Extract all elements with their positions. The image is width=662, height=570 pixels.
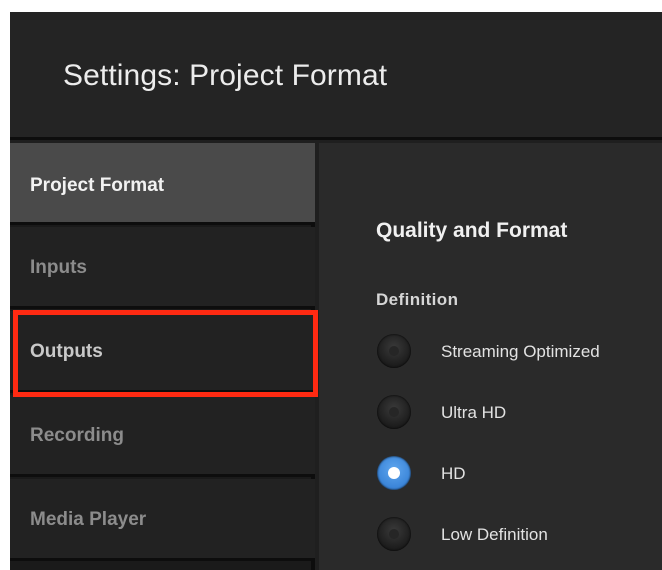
sidebar-item-recording[interactable]: Recording [10,395,315,477]
settings-content-panel: Quality and Format Definition Streaming … [319,143,662,570]
section-title: Quality and Format [376,219,568,242]
radio-dot-icon [389,346,399,356]
radio-dot-icon [389,529,399,539]
sidebar-item-label: Media Player [30,509,147,530]
sidebar-item-project-format[interactable]: Project Format [10,143,315,225]
settings-window: Settings: Project Format Project Format … [10,12,662,570]
sidebar-item-inputs[interactable]: Inputs [10,227,315,309]
sidebar-item-label: Project Format [30,175,165,196]
settings-sidebar: Project Format Inputs Outputs Recording … [10,143,315,570]
radio-option-low-definition[interactable]: Low Definition [377,517,662,551]
radio-button[interactable] [377,334,411,368]
radio-option-label: Low Definition [441,525,548,544]
radio-option-streaming-optimized[interactable]: Streaming Optimized [377,334,662,368]
radio-dot-icon [389,407,399,417]
settings-header: Settings: Project Format [10,12,662,140]
sidebar-item-label: Outputs [30,341,103,362]
radio-button[interactable] [377,517,411,551]
sidebar-item-media-player[interactable]: Media Player [10,479,315,561]
page-title: Settings: Project Format [63,59,388,92]
sidebar-item-outputs[interactable]: Outputs [10,311,315,393]
definition-label: Definition [376,290,459,309]
sidebar-item-label: Recording [30,425,124,446]
radio-option-label: Streaming Optimized [441,342,600,361]
radio-option-label: Ultra HD [441,403,507,422]
radio-dot-icon [388,467,400,479]
radio-button-selected[interactable] [377,456,411,490]
radio-button[interactable] [377,395,411,429]
radio-option-ultra-hd[interactable]: Ultra HD [377,395,662,429]
radio-option-hd[interactable]: HD [377,456,662,490]
radio-option-label: HD [441,464,466,483]
sidebar-item-label: Inputs [30,257,87,278]
